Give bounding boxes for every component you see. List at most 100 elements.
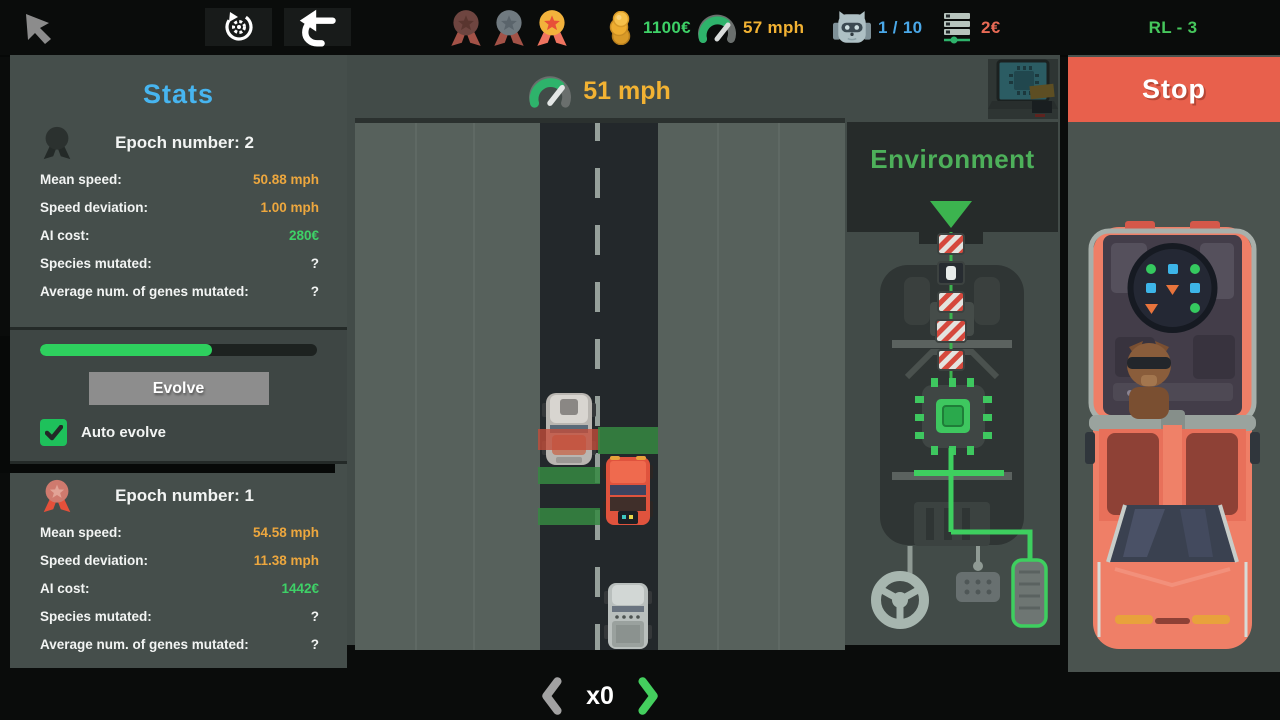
evolve-button[interactable]: Evolve — [89, 372, 269, 405]
right-panel: Stop — [1068, 55, 1280, 672]
cpu-chip-icon — [915, 378, 992, 455]
coins-value: 1100€ — [643, 18, 691, 38]
decrease-speed-button[interactable] — [540, 676, 562, 716]
sensor-ray-hit — [538, 429, 600, 450]
stat-row: AI cost: 1442€ — [40, 581, 323, 596]
ai-cost-value: 2€ — [981, 18, 1001, 38]
grass-stripe — [415, 123, 417, 650]
laptop-cpu-icon[interactable] — [988, 59, 1058, 119]
stats-title: Stats — [10, 55, 347, 110]
round-counter: 1 / 10 — [833, 0, 922, 55]
top-bar: 1100€ 57 mph 1 / 10 — [0, 0, 1280, 57]
speedometer-icon — [529, 73, 571, 109]
grass-stripe — [717, 123, 719, 650]
back-button[interactable] — [20, 0, 54, 55]
owl-icon — [833, 10, 871, 46]
ai-cost-counter: 2€ — [940, 0, 1001, 55]
coins-counter: 1100€ — [606, 0, 691, 55]
gas-pedal-icon — [1013, 560, 1046, 626]
sensor-ray — [598, 427, 658, 454]
coins-icon — [606, 11, 636, 45]
stat-row: Mean speed: 50.88 mph — [40, 172, 323, 187]
stat-value: ? — [311, 284, 323, 299]
player-car-top-view — [1085, 217, 1260, 657]
stat-value: 1442€ — [281, 581, 323, 596]
stat-row: Mean speed: 54.58 mph — [40, 525, 323, 540]
brake-pedal-icon — [956, 561, 1000, 602]
speed-counter: 57 mph — [698, 0, 804, 55]
stat-value: ? — [311, 256, 323, 271]
medal-gold-icon — [534, 7, 570, 49]
increase-speed-button[interactable] — [638, 676, 660, 716]
round-value: 1 / 10 — [878, 18, 922, 38]
medal-pink-icon — [40, 477, 74, 515]
epoch-1-title: Epoch number: 1 — [74, 486, 323, 506]
checkmark-icon — [45, 425, 63, 441]
stat-value: ? — [311, 637, 323, 652]
sensor-ray — [538, 508, 600, 525]
grass-stripe — [473, 123, 475, 650]
stat-label: Mean speed: — [40, 525, 122, 540]
epoch-1-block: Epoch number: 1 Mean speed: 54.58 mph Spe… — [10, 463, 347, 665]
stat-label: AI cost: — [40, 228, 90, 243]
ai-car-red — [602, 455, 654, 527]
sim-speed-control: x0 — [520, 672, 680, 720]
stat-row: Speed deviation: 11.38 mph — [40, 553, 323, 568]
hud-speed-value: 51 mph — [583, 77, 671, 106]
auto-evolve-checkbox[interactable] — [40, 419, 67, 446]
stop-button[interactable]: Stop — [1068, 57, 1280, 122]
game-root: 1100€ 57 mph 1 / 10 — [0, 0, 1280, 720]
sim-speed-value: x0 — [586, 682, 614, 711]
restart-gear-icon — [222, 10, 256, 44]
sensor-ray — [538, 467, 600, 484]
speedometer-icon — [698, 12, 736, 44]
environment-title: Environment — [847, 122, 1058, 175]
stat-label: Speed deviation: — [40, 200, 148, 215]
stat-row: Average num. of genes mutated:? — [40, 284, 323, 299]
stat-label: Speed deviation: — [40, 553, 148, 568]
stat-row: Species mutated:? — [40, 256, 323, 271]
simulation-area: 51 mph — [347, 55, 1060, 645]
stat-value: 54.58 mph — [253, 525, 323, 540]
stat-label: Mean speed: — [40, 172, 122, 187]
stat-label: AI cost: — [40, 581, 90, 596]
medal-dark-icon — [40, 124, 74, 162]
sliders-icon — [940, 10, 974, 46]
level-value: RL - 3 — [1149, 18, 1198, 38]
stat-label: Average num. of genes mutated: — [40, 284, 249, 299]
evolve-progress-bar — [40, 344, 317, 356]
evolve-progress-fill — [40, 344, 212, 356]
stat-row: Average num. of genes mutated:? — [40, 637, 323, 652]
arrow-down-icon — [930, 201, 972, 228]
traffic-pickup-gray — [604, 581, 652, 650]
bottom-bar: x0 — [0, 672, 1280, 720]
medal-bronze-icon — [448, 7, 484, 49]
cursor-arrow-icon — [20, 10, 54, 46]
restart-button[interactable] — [205, 8, 272, 46]
stat-value: 11.38 mph — [254, 553, 323, 568]
medal-silver-icon — [491, 7, 527, 49]
speed-value: 57 mph — [743, 18, 804, 38]
grass-stripe — [778, 123, 780, 650]
evolve-section: Evolve Auto evolve — [10, 327, 347, 464]
epoch-2-title: Epoch number: 2 — [74, 133, 323, 153]
undo-button[interactable] — [284, 8, 351, 46]
level-indicator: RL - 3 — [1128, 0, 1218, 55]
stat-row: Speed deviation: 1.00 mph — [40, 200, 323, 215]
stat-label: Species mutated: — [40, 609, 152, 624]
stat-row: AI cost:280€ — [40, 228, 323, 243]
lane-divider — [595, 118, 600, 650]
stat-value: ? — [311, 609, 323, 624]
bear-driver — [1127, 341, 1171, 419]
medals-group — [448, 0, 570, 55]
stat-value: 1.00 mph — [260, 200, 323, 215]
stat-label: Average num. of genes mutated: — [40, 637, 249, 652]
car-showcase — [1068, 122, 1280, 672]
steering-wheel-icon — [876, 576, 924, 624]
road — [540, 123, 658, 650]
speed-hud: 51 mph — [355, 73, 845, 109]
auto-evolve-label: Auto evolve — [81, 424, 166, 441]
stat-label: Species mutated: — [40, 256, 152, 271]
stat-value: 50.88 mph — [253, 172, 323, 187]
stats-panel: Stats Epoch number: 2 Mean speed: 50.88 m… — [10, 55, 347, 668]
